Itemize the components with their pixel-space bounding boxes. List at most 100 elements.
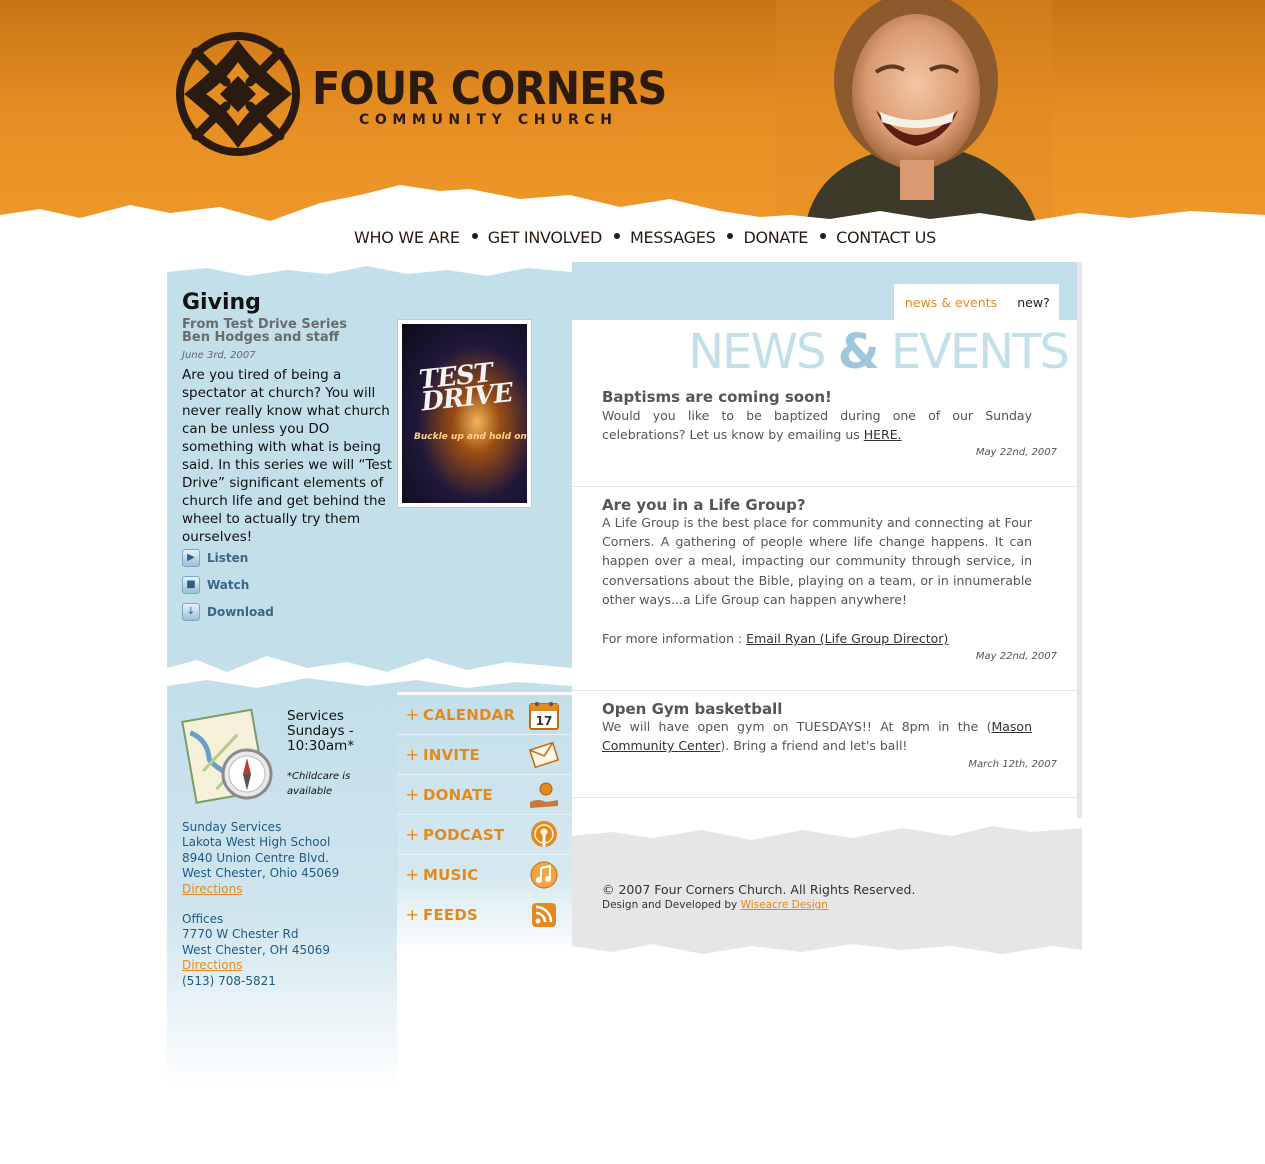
news-item-date: May 22nd, 2007 [975,651,1057,662]
site-header: FOUR CORNERS COMMUNITY CHURCH [0,0,1265,240]
office-address: Offices 7770 W Chester Rd West Chester, … [182,912,330,989]
download-link[interactable]: ↓ Download [182,598,274,625]
childcare-note: *Childcare is available [287,771,351,797]
series-artwork-image: TEST DRIVE Buckle up and hold on [402,324,527,503]
torn-paper-edge [167,252,572,276]
sunday-address: Sunday Services Lakota West High School … [182,820,339,897]
news-item-more: For more information : Email Ryan (Life … [602,629,1032,648]
series-artwork[interactable]: TEST DRIVE Buckle up and hold on [397,319,532,508]
news-tabs: news & events new? [894,284,1061,320]
news-item: Baptisms are coming soon! Would you like… [572,388,1077,487]
wiseacre-design-link[interactable]: Wiseacre Design [741,899,828,911]
sunday-label: Sunday Services [182,820,282,834]
nav-separator [613,233,620,239]
donate-hand-icon [530,782,558,808]
brand-name: FOUR CORNERS [312,62,667,115]
rss-feed-icon [532,903,556,927]
offices-label: Offices [182,912,224,926]
podcast-icon [531,821,557,847]
nav-who-we-are[interactable]: WHO WE ARE [354,228,460,247]
quicklink-label: CALENDAR [423,705,516,724]
music-note-icon [530,861,558,889]
services-time: Services Sundays - 10:30am* [287,708,355,754]
news-item-body: Would you like to be baptized during one… [602,406,1032,444]
offices-directions-link[interactable]: Directions [182,958,330,973]
quicklink-podcast[interactable]: + PODCAST [397,815,572,855]
listen-link[interactable]: ▶ Listen [182,544,274,571]
offices-street: 7770 W Chester Rd [182,927,299,942]
watch-link[interactable]: ■ Watch [182,571,274,598]
artwork-title: TEST DRIVE [417,358,514,418]
news-heading-right: EVENTS [890,324,1070,380]
church-logo[interactable]: FOUR CORNERS COMMUNITY CHURCH [176,32,667,158]
news-item-title: Open Gym basketball [602,700,783,718]
email-ryan-link[interactable]: Email Ryan (Life Group Director) [746,631,948,646]
sunday-directions-link[interactable]: Directions [182,882,339,897]
watch-label: Watch [207,577,250,592]
tab-news-events[interactable]: news & events [894,284,1008,320]
torn-paper-edge [572,944,1082,962]
audio-icon: ▶ [182,548,200,567]
message-date: June 3rd, 2007 [182,350,256,361]
quicklink-donate[interactable]: + DONATE [397,775,572,815]
plus-icon: + [405,905,419,924]
quicklink-label: DONATE [423,785,493,804]
site-footer: © 2007 Four Corners Church. All Rights R… [572,818,1082,962]
torn-paper-edge [167,656,572,692]
brand-subtitle: COMMUNITY CHURCH [359,112,618,128]
message-series: From Test Drive Series Ben Hodges and st… [182,318,382,344]
video-icon: ■ [182,575,200,594]
news-heading-amp: & [837,324,880,380]
nav-separator [471,233,478,239]
quicklink-feeds[interactable]: + FEEDS [397,895,572,935]
nav-separator [820,233,827,239]
quicklink-invite[interactable]: + INVITE [397,735,572,775]
more-info-label: For more information : [602,631,747,646]
news-item: Are you in a Life Group? A Life Group is… [572,496,1077,691]
news-heading-left: NEWS [688,324,826,380]
plus-icon: + [405,705,419,724]
quicklink-calendar[interactable]: + CALENDAR 17 [397,695,572,735]
quicklink-music[interactable]: + MUSIC [397,855,572,895]
nav-separator [727,233,734,239]
envelope-icon [528,741,560,769]
news-item-text: ). Bring a friend and let's ball! [720,738,908,754]
sunday-venue: Lakota West High School [182,835,331,850]
sunday-city: West Chester, Ohio 45069 [182,866,340,881]
nav-donate[interactable]: DONATE [743,228,808,247]
credits-text: Design and Developed by [602,899,741,911]
series-speaker: Ben Hodges and staff [182,330,340,345]
news-item-date: March 12th, 2007 [968,759,1057,770]
nav-messages[interactable]: MESSAGES [630,228,716,247]
plus-icon: + [405,785,419,804]
nav-get-involved[interactable]: GET INVOLVED [488,228,603,247]
plus-icon: + [405,865,419,884]
news-item: Open Gym basketball We will have open gy… [572,700,1077,798]
news-item-text: Would you like to be baptized during one… [602,408,1032,443]
phone-number: (513) 708-5821 [182,973,276,988]
email-here-link[interactable]: HERE. [864,427,902,442]
calendar-day: 17 [536,714,553,728]
quicklink-label: INVITE [423,745,481,764]
quicklink-label: PODCAST [423,825,505,844]
sunday-street: 8940 Union Centre Blvd. [182,850,329,865]
copyright: © 2007 Four Corners Church. All Rights R… [602,882,916,897]
main-nav: WHO WE ARE GET INVOLVED MESSAGES DONATE … [354,225,936,249]
featured-message: Giving From Test Drive Series Ben Hodges… [167,252,572,692]
news-item-body: A Life Group is the best place for commu… [602,515,1032,607]
nav-contact-us[interactable]: CONTACT US [836,228,936,247]
news-item-body: We will have open gym on TUESDAYS!! At 8… [602,717,1032,755]
four-corners-emblem-icon [176,32,300,156]
artwork-tagline: Buckle up and hold on [414,432,527,442]
credits: Design and Developed by Wiseacre Design [602,899,828,911]
quicklink-label: MUSIC [423,865,479,884]
news-item-date: May 22nd, 2007 [975,447,1057,458]
service-info: Services Sundays - 10:30am* *Childcare i… [167,690,397,1090]
calendar-icon: 17 [529,702,559,730]
torn-paper-edge [572,818,1082,840]
tab-new[interactable]: new? [1008,284,1061,320]
download-icon: ↓ [182,602,200,621]
message-title[interactable]: Giving [182,290,261,315]
quick-links: + CALENDAR 17 + INVITE + DONATE + PODCAS… [397,695,572,955]
offices-city: West Chester, OH 45069 [182,942,331,957]
